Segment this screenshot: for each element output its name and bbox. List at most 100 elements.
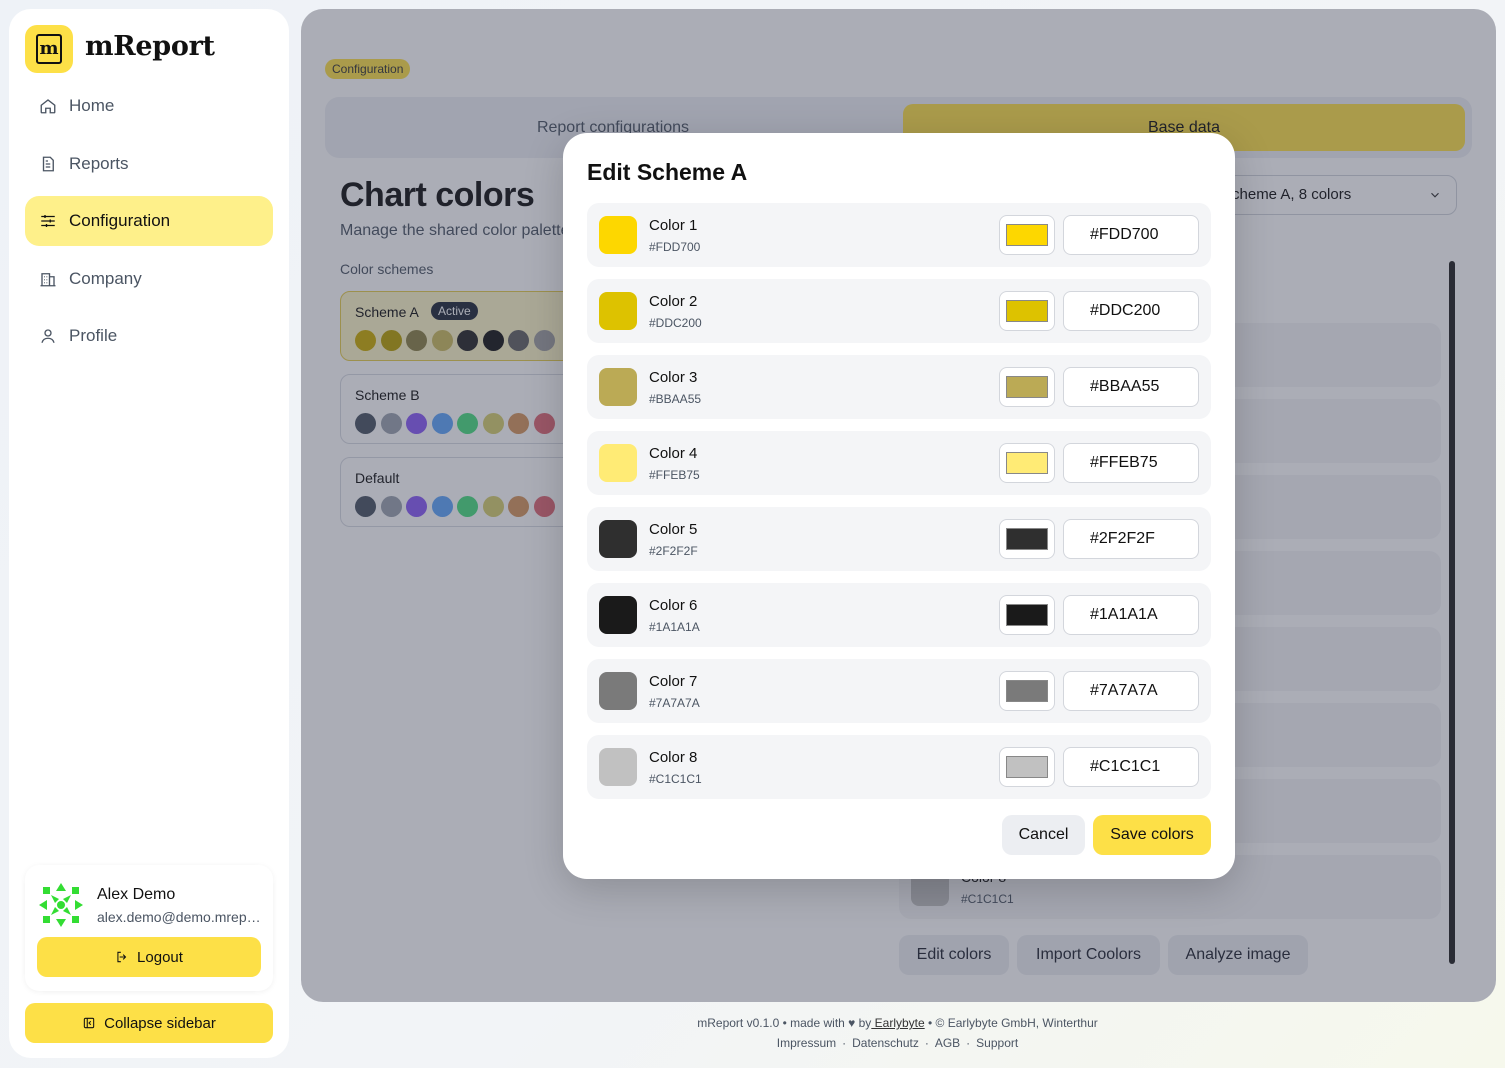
scheme-select[interactable]: Scheme A, 8 colors <box>1203 175 1457 215</box>
page-subtitle: Manage the shared color palettes <box>340 222 578 239</box>
app-logo[interactable]: m <box>25 25 73 73</box>
color-name: Color 5 <box>649 521 698 538</box>
color-dot <box>482 330 504 351</box>
color-row: Color 2 #DDC200 <box>587 279 1211 343</box>
scheme-dots <box>355 496 559 517</box>
color-picker[interactable] <box>999 291 1055 331</box>
color-swatch <box>599 216 637 254</box>
color-picker-preview <box>1006 680 1048 702</box>
color-swatch <box>599 748 637 786</box>
color-hex: #C1C1C1 <box>961 892 1014 906</box>
color-picker[interactable] <box>999 595 1055 635</box>
color-name: Color 1 <box>649 217 698 234</box>
color-dot <box>431 330 453 351</box>
color-picker-preview <box>1006 452 1048 474</box>
color-name: Color 8 <box>649 749 698 766</box>
scheme-card[interactable]: Scheme A Active <box>340 291 580 361</box>
color-dot <box>508 496 529 517</box>
color-dot <box>380 413 402 434</box>
color-picker[interactable] <box>999 747 1055 787</box>
color-name: Color 7 <box>649 673 698 690</box>
scheme-name: Scheme B <box>355 387 420 403</box>
earlybyte-link[interactable]: Earlybyte <box>871 1016 925 1030</box>
color-hex: #2F2F2F <box>649 544 698 558</box>
color-dot <box>355 496 376 517</box>
color-dot <box>380 330 402 351</box>
color-dot <box>508 413 529 434</box>
color-row: Color 1 #FDD700 <box>587 203 1211 267</box>
color-schemes-label: Color schemes <box>340 261 434 277</box>
hex-input[interactable] <box>1063 367 1199 407</box>
sidebar-item-configuration[interactable]: Configuration <box>25 196 273 246</box>
dialog-title: Edit Scheme A <box>587 159 748 185</box>
hex-input[interactable] <box>1063 595 1199 635</box>
color-picker-preview <box>1006 224 1048 246</box>
scrollbar[interactable] <box>1449 261 1455 964</box>
hex-input[interactable] <box>1063 215 1199 255</box>
color-dot <box>355 330 376 351</box>
color-row: Color 8 #C1C1C1 <box>587 735 1211 799</box>
sidebar-nav: Home Reports Configuration Company Profi… <box>25 81 273 369</box>
sidebar: m mReport Home Reports Configuration Com… <box>9 9 289 1058</box>
edit-colors-button[interactable]: Edit colors <box>899 935 1009 975</box>
footer-link-support[interactable]: Support <box>976 1036 1018 1050</box>
breadcrumb[interactable]: Configuration <box>325 59 411 79</box>
sidebar-item-reports[interactable]: Reports <box>25 139 273 189</box>
hex-input[interactable] <box>1063 671 1199 711</box>
footer-links: Impressum · Datenschutz · AGB · Support <box>776 1036 1019 1050</box>
hex-input[interactable] <box>1063 291 1199 331</box>
edit-scheme-dialog: Edit Scheme A Cancel Save colors Color 1… <box>563 133 1235 879</box>
color-dot <box>533 413 555 434</box>
color-hex: #DDC200 <box>649 316 702 330</box>
color-swatch <box>599 368 637 406</box>
scheme-card[interactable]: Default <box>340 457 580 527</box>
save-colors-button[interactable]: Save colors <box>1093 815 1211 855</box>
analyze-image-button[interactable]: Analyze image <box>1168 935 1308 975</box>
document-icon <box>39 155 57 173</box>
hex-input[interactable] <box>1063 747 1199 787</box>
scheme-card[interactable]: Scheme B <box>340 374 580 444</box>
page-title: Chart colors <box>340 176 535 214</box>
logout-button[interactable]: Logout <box>37 937 261 977</box>
color-picker[interactable] <box>999 443 1055 483</box>
footer-credits: mReport v0.1.0 • made with ♥ by Earlybyt… <box>0 1016 1505 1030</box>
color-picker-preview <box>1006 300 1048 322</box>
sidebar-item-profile[interactable]: Profile <box>25 311 273 361</box>
color-hex: #C1C1C1 <box>649 772 702 786</box>
hex-input[interactable] <box>1063 519 1199 559</box>
app-name: mReport <box>85 31 215 62</box>
color-row: Color 3 #BBAA55 <box>587 355 1211 419</box>
color-picker[interactable] <box>999 215 1055 255</box>
footer-suffix: • © Earlybyte GmbH, Winterthur <box>924 1016 1098 1030</box>
cancel-button[interactable]: Cancel <box>1002 815 1085 855</box>
color-dot <box>406 330 427 351</box>
color-hex: #BBAA55 <box>649 392 702 406</box>
color-hex: #FFEB75 <box>649 468 700 482</box>
color-picker-preview <box>1006 756 1048 778</box>
color-picker[interactable] <box>999 519 1055 559</box>
color-picker[interactable] <box>999 671 1055 711</box>
sidebar-item-label: Home <box>69 96 115 115</box>
scheme-name: Scheme A <box>355 304 419 320</box>
sidebar-item-home[interactable]: Home <box>25 81 273 131</box>
color-dot <box>508 330 529 351</box>
color-dot <box>457 330 478 351</box>
color-dot <box>380 496 402 517</box>
color-hex: #FDD700 <box>649 240 701 254</box>
sidebar-item-label: Reports <box>69 153 129 173</box>
status-badge: Active <box>431 302 478 320</box>
color-swatch <box>599 596 637 634</box>
color-picker-preview <box>1006 604 1048 626</box>
logout-label: Logout <box>137 948 183 966</box>
color-picker[interactable] <box>999 367 1055 407</box>
color-hex: #1A1A1A <box>649 620 700 634</box>
sidebar-item-label: Profile <box>69 326 118 345</box>
sidebar-item-company[interactable]: Company <box>25 254 273 304</box>
sliders-icon <box>39 212 57 230</box>
footer-link-agb[interactable]: AGB <box>935 1036 960 1050</box>
footer-link-impressum[interactable]: Impressum <box>777 1036 836 1050</box>
footer-link-datenschutz[interactable]: Datenschutz <box>852 1036 919 1050</box>
color-row: Color 7 #7A7A7A <box>587 659 1211 723</box>
hex-input[interactable] <box>1063 443 1199 483</box>
import-coolors-button[interactable]: Import Coolors <box>1017 935 1160 975</box>
